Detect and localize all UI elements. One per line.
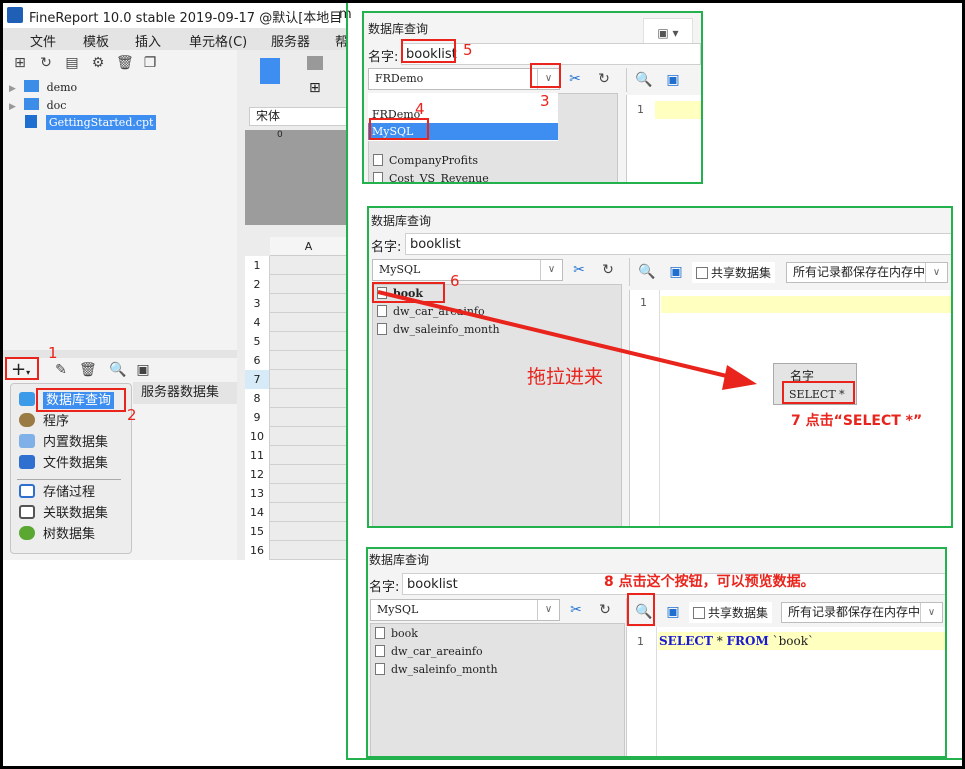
editor-toolbar: 🔍 ▣ 共享数据集 所有记录都保存在内存中 ∨ <box>626 598 945 626</box>
sql-text: * <box>712 634 727 648</box>
save-dataset-icon[interactable]: ▣ <box>665 604 681 620</box>
connection-select[interactable]: MySQL ∨ <box>370 599 560 621</box>
connection-settings-icon[interactable]: ✂ <box>568 602 584 618</box>
table-list: book dw_car_areainfo dw_saleinfo_month <box>370 623 625 756</box>
refresh-icon[interactable]: ↻ <box>597 602 613 618</box>
table-item[interactable]: book <box>375 627 418 640</box>
cache-select[interactable]: 所有记录都保存在内存中 ∨ <box>781 602 943 623</box>
sql-text: `book` <box>768 634 814 648</box>
table-item[interactable]: dw_car_areainfo <box>375 645 483 658</box>
arrow-head <box>722 365 757 390</box>
share-dataset-checkbox[interactable]: 共享数据集 <box>689 602 773 623</box>
connection-value: MySQL <box>377 603 419 616</box>
chevron-down-icon[interactable]: ∨ <box>920 603 942 622</box>
checkbox-label: 共享数据集 <box>708 606 769 620</box>
sql-line: SELECT * FROM `book` <box>658 632 945 650</box>
sql-keyword: FROM <box>726 634 769 648</box>
step7-highlight <box>782 381 855 404</box>
name-value: booklist <box>407 577 458 592</box>
name-label: 名字: <box>369 580 400 595</box>
step8-label: 8 点击这个按钮，可以预览数据。 <box>604 574 815 590</box>
dialog-title: 数据库查询 <box>369 553 430 567</box>
step8-highlight <box>627 593 655 626</box>
cache-value: 所有记录都保存在内存中 <box>788 605 921 619</box>
sql-keyword: SELECT <box>659 634 713 648</box>
drag-label: 拖拉进来 <box>527 366 604 388</box>
table-item[interactable]: dw_saleinfo_month <box>375 663 498 676</box>
sql-editor[interactable]: 1 SELECT * FROM `book` <box>626 627 945 756</box>
step7-label: 7 点击“SELECT *” <box>791 413 923 429</box>
chevron-down-icon[interactable]: ∨ <box>537 600 559 620</box>
line-number: 1 <box>637 635 644 648</box>
